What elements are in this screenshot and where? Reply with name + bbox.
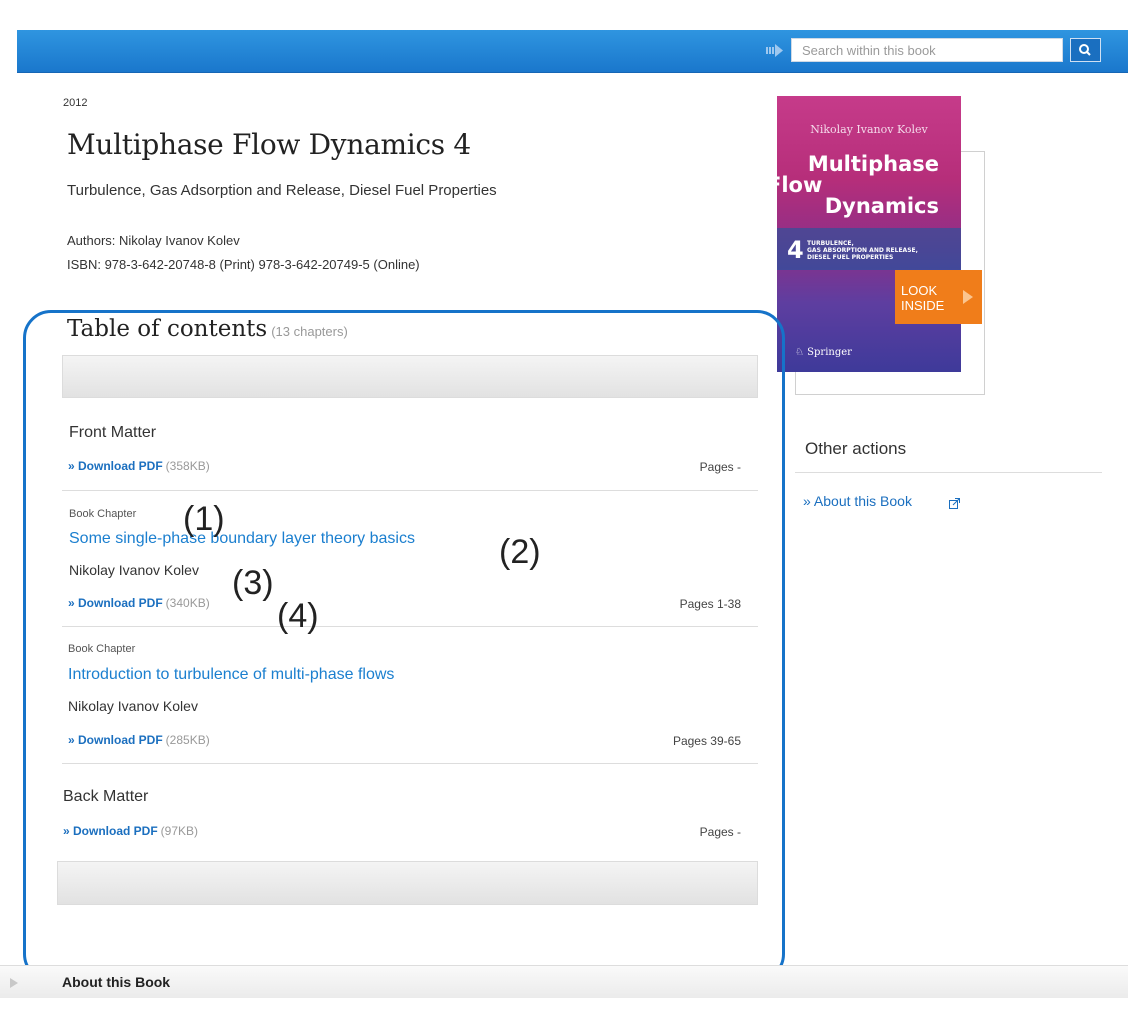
toc-top-bar [62,355,758,398]
book-title: Multiphase Flow Dynamics 4 [67,128,471,161]
expand-arrow-icon [10,978,18,988]
front-matter-download: » Download PDF (358KB) [68,459,210,473]
cover-title-line: Flow [777,173,823,197]
arrow-right-icon [766,44,783,57]
look-inside-label: LOOK INSIDE [901,283,944,313]
chapter-type: Book Chapter [69,508,137,520]
toc-heading: Table of contents (13 chapters) [67,316,348,342]
top-bar [17,30,1128,73]
search-button[interactable] [1070,38,1101,62]
arrow-right-icon [963,290,973,304]
file-size: (97KB) [160,824,199,838]
cover-subtitle-line: TURBULENCE, [807,240,854,247]
divider [62,763,758,764]
about-this-book-link[interactable]: » About this Book [803,493,912,509]
cover-publisher-label: Springer [807,347,852,358]
look-inside-button[interactable]: LOOK INSIDE [895,270,982,324]
callout-label: (2) [499,533,541,571]
page-range: Pages 39-65 [672,734,741,748]
back-matter-download: » Download PDF (97KB) [63,824,198,838]
toc-title: Table of contents [67,316,268,342]
cover-title-line: Dynamics [824,194,939,218]
divider [62,626,758,627]
book-authors: Authors: Nikolay Ivanov Kolev [67,233,240,248]
page-range: Pages - [699,460,741,474]
chapter-author: Nikolay Ivanov Kolev [68,698,198,714]
search-input[interactable] [791,38,1063,62]
download-pdf-link[interactable]: » Download PDF [63,824,158,838]
book-isbn: ISBN: 978-3-642-20748-8 (Print) 978-3-64… [67,257,420,272]
book-cover[interactable]: Nikolay Ivanov Kolev Multiphase Flow Dyn… [777,96,961,372]
cover-subtitle-line: GAS ABSORPTION AND RELEASE, [807,247,918,254]
about-this-book-bar[interactable]: About this Book [0,965,1128,998]
divider [62,490,758,491]
callout-label: (1) [183,500,225,538]
springer-logo-icon: ♘ [795,347,804,358]
cover-title: Multiphase Flow Dynamics [777,152,939,218]
external-link-icon [949,498,960,509]
chapter-type: Book Chapter [68,643,136,655]
page-range: Pages 1-38 [679,597,741,611]
publication-year: 2012 [63,97,88,109]
file-size: (285KB) [165,733,210,747]
chapter-download: » Download PDF (285KB) [68,733,210,747]
callout-label: (3) [232,564,274,602]
book-subtitle: Turbulence, Gas Adsorption and Release, … [67,182,497,199]
look-inside-line: LOOK [901,283,938,298]
cover-title-line: Multiphase [807,152,939,176]
chapter-title-link[interactable]: Introduction to turbulence of multi-phas… [68,666,394,684]
cover-subtitle: TURBULENCE, GAS ABSORPTION AND RELEASE, … [807,240,918,261]
other-actions-heading: Other actions [805,439,907,458]
callout-label: (4) [277,597,319,635]
download-pdf-link[interactable]: » Download PDF [68,596,163,610]
cover-publisher: ♘ Springer [795,347,852,358]
cover-volume: 4 [787,236,804,264]
search-icon [1079,44,1091,56]
file-size: (340KB) [165,596,210,610]
download-pdf-link[interactable]: » Download PDF [68,459,163,473]
file-size: (358KB) [165,459,210,473]
toc-bottom-bar [57,861,758,905]
chapter-author: Nikolay Ivanov Kolev [69,562,199,578]
chapter-title-link[interactable]: Some single-phase boundary layer theory … [69,530,415,548]
cover-subtitle-line: DIESEL FUEL PROPERTIES [807,254,894,261]
look-inside-line: INSIDE [901,298,945,313]
toc-chapter-count: (13 chapters) [271,324,348,339]
page-range: Pages - [699,825,741,839]
chapter-download: » Download PDF (340KB) [68,596,210,610]
back-matter-heading: Back Matter [63,788,149,805]
divider [795,472,1102,473]
download-pdf-link[interactable]: » Download PDF [68,733,163,747]
cover-author: Nikolay Ivanov Kolev [810,123,928,136]
about-this-book-label: About this Book [62,974,171,990]
front-matter-heading: Front Matter [69,424,157,441]
